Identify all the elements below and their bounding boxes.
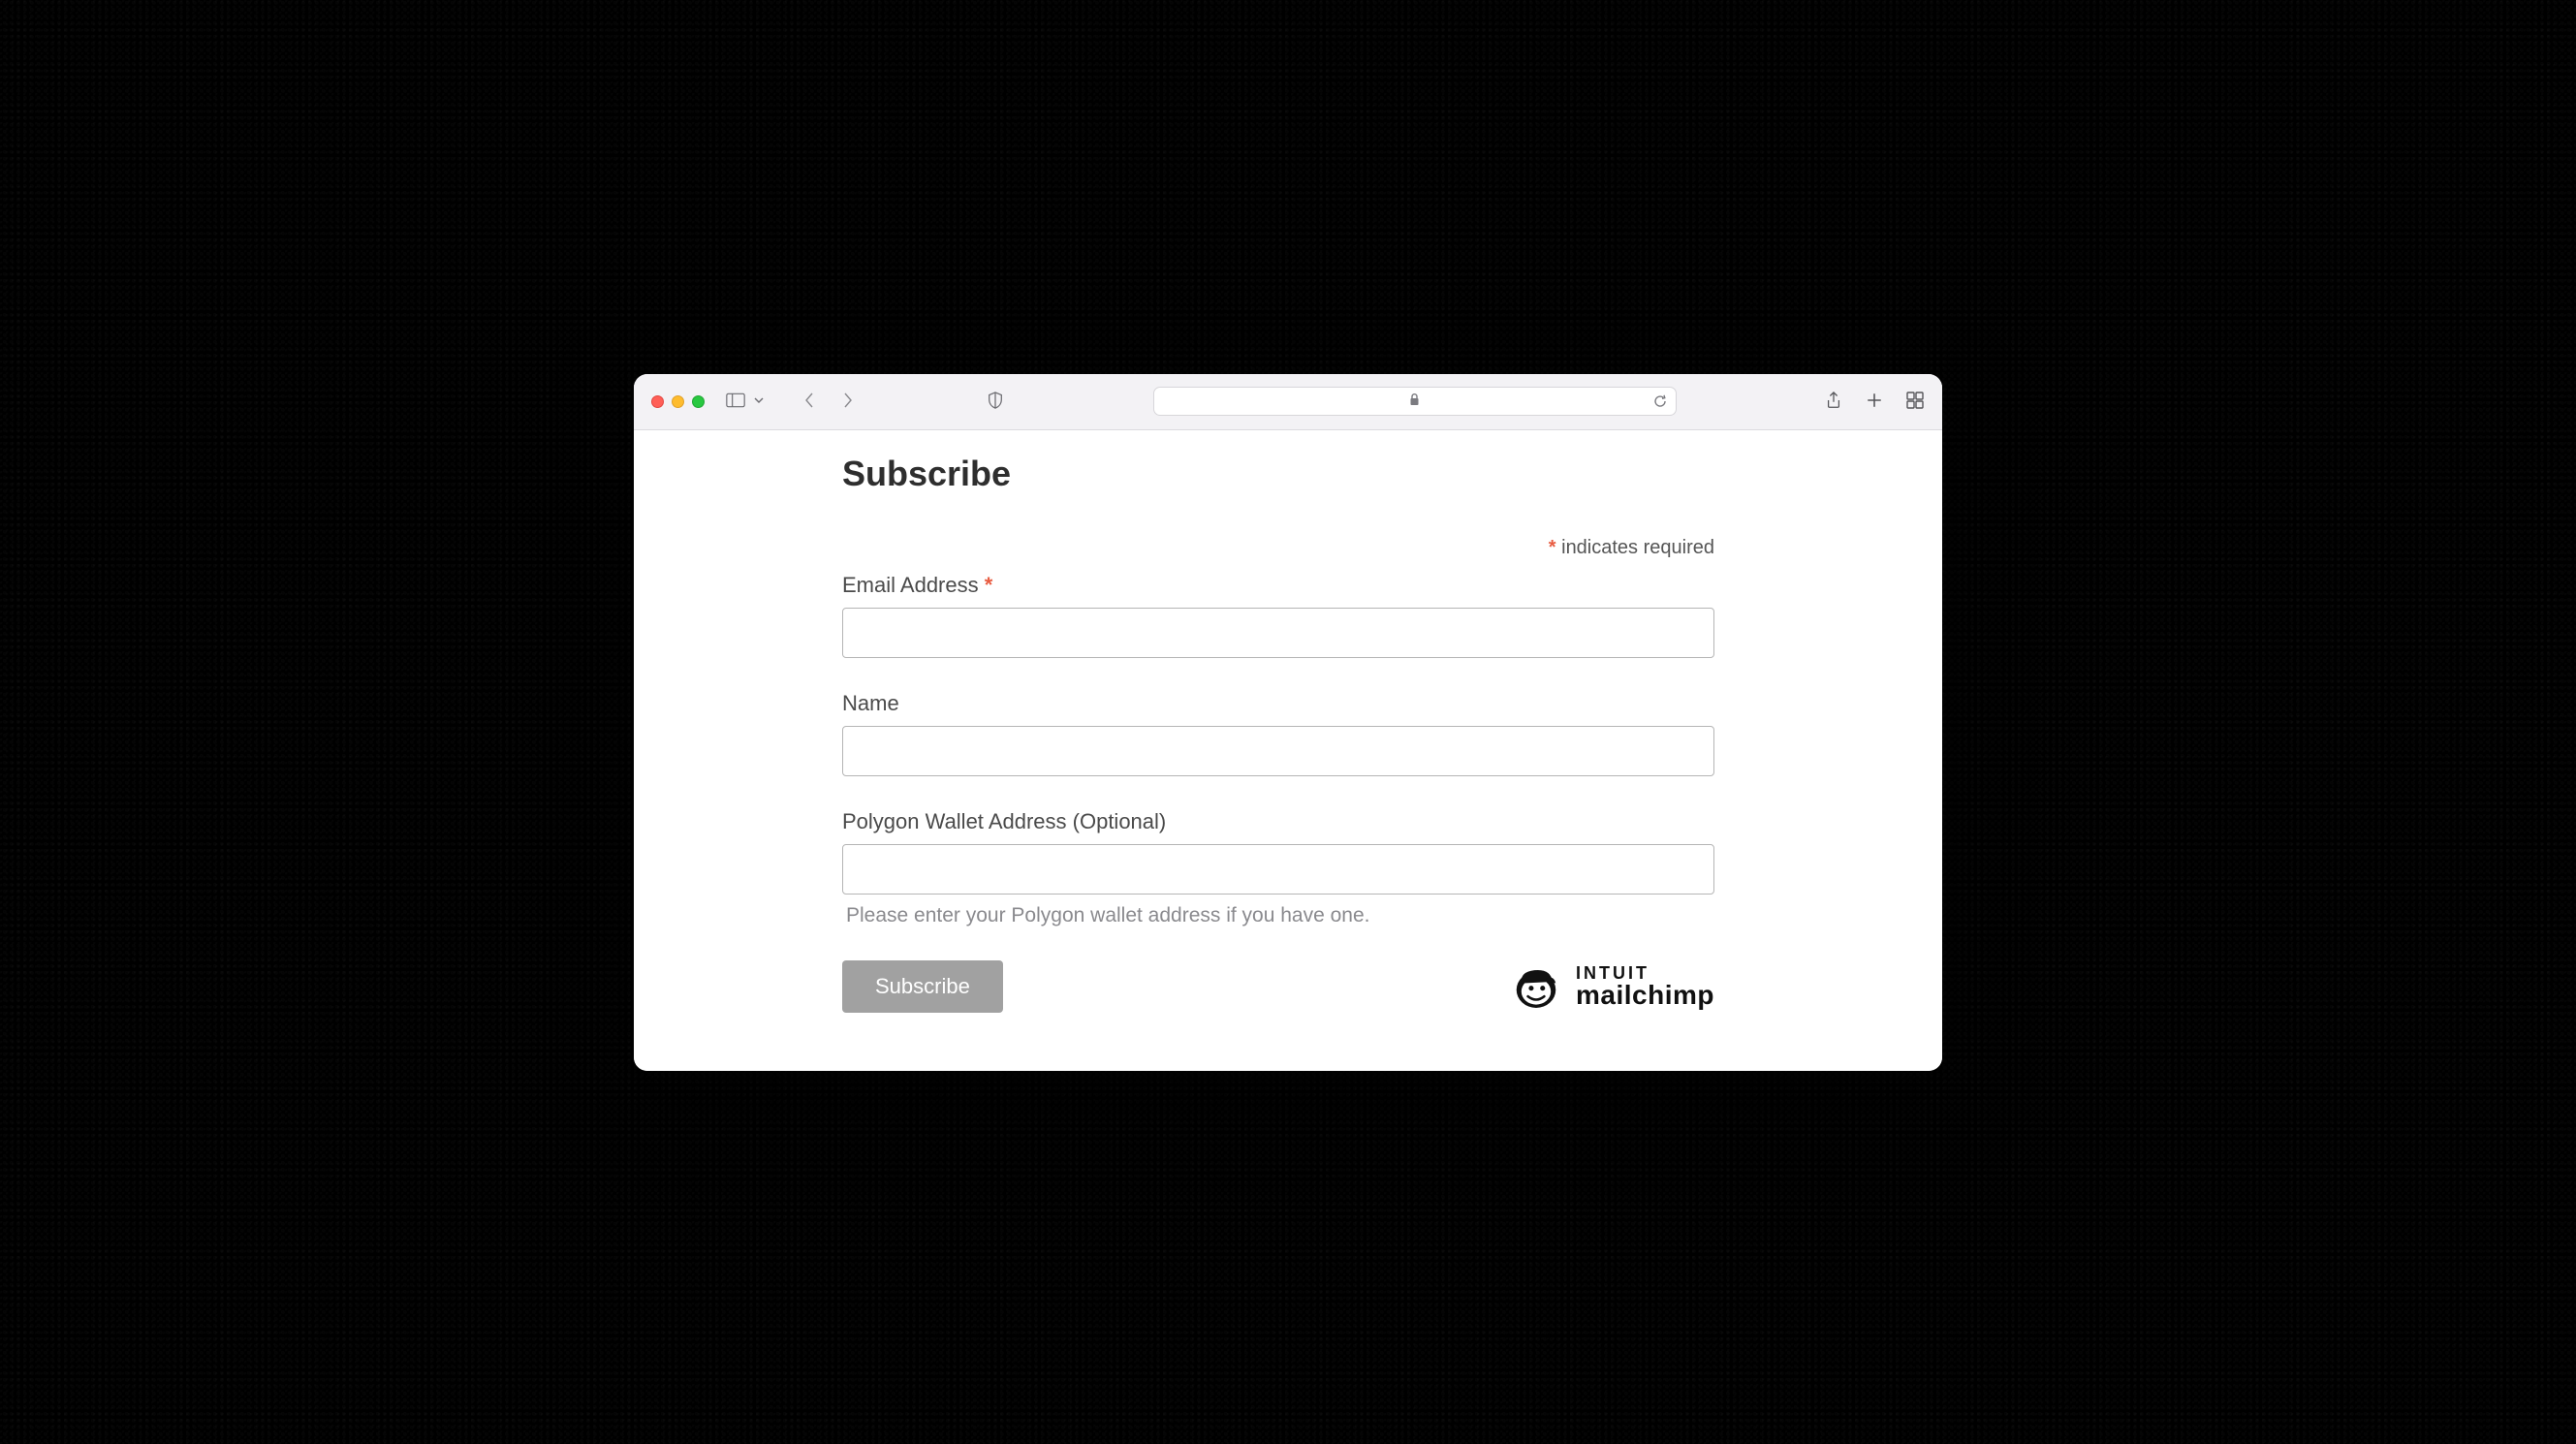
address-bar[interactable]	[1153, 387, 1677, 416]
plus-icon	[1866, 392, 1883, 412]
browser-window: Subscribe * indicates required Email Add…	[634, 374, 1942, 1071]
share-icon	[1825, 392, 1842, 412]
mailchimp-brand-bottom: mailchimp	[1576, 982, 1714, 1009]
page-title: Subscribe	[842, 454, 1714, 494]
name-input[interactable]	[842, 726, 1714, 776]
forward-button[interactable]	[838, 392, 858, 411]
sidebar-toggle-button[interactable]	[726, 392, 745, 411]
subscribe-button[interactable]: Subscribe	[842, 960, 1003, 1013]
asterisk-icon: *	[1549, 537, 1556, 558]
email-label-text: Email Address	[842, 573, 985, 597]
privacy-shield-button[interactable]	[986, 392, 1005, 411]
minimize-window-button[interactable]	[672, 395, 684, 408]
wallet-label: Polygon Wallet Address (Optional)	[842, 809, 1714, 834]
email-label: Email Address *	[842, 573, 1714, 598]
tab-group-dropdown[interactable]	[749, 392, 769, 411]
new-tab-button[interactable]	[1865, 392, 1884, 411]
chevron-left-icon	[801, 392, 818, 412]
subscribe-form: Subscribe * indicates required Email Add…	[842, 454, 1714, 1013]
mailchimp-text: INTUIT mailchimp	[1576, 964, 1714, 1009]
close-window-button[interactable]	[651, 395, 664, 408]
lock-icon	[1409, 393, 1420, 409]
mailchimp-badge[interactable]: INTUIT mailchimp	[1510, 960, 1714, 1013]
chevron-down-icon	[753, 394, 765, 409]
email-field-group: Email Address *	[842, 573, 1714, 658]
required-note-text: indicates required	[1556, 537, 1714, 558]
mailchimp-brand-top: INTUIT	[1576, 964, 1714, 982]
grid-icon	[1906, 392, 1924, 412]
zoom-window-button[interactable]	[692, 395, 705, 408]
shield-icon	[987, 392, 1004, 412]
browser-toolbar	[634, 374, 1942, 430]
back-button[interactable]	[800, 392, 819, 411]
share-button[interactable]	[1824, 392, 1843, 411]
email-input[interactable]	[842, 608, 1714, 658]
window-controls	[651, 395, 705, 408]
sidebar-icon	[726, 392, 745, 411]
form-footer: Subscribe INTU	[842, 960, 1714, 1013]
reload-button[interactable]	[1652, 393, 1668, 409]
required-indicator-note: * indicates required	[842, 537, 1714, 559]
name-field-group: Name	[842, 691, 1714, 776]
asterisk-icon: *	[985, 573, 993, 597]
name-label: Name	[842, 691, 1714, 716]
wallet-field-group: Polygon Wallet Address (Optional) Please…	[842, 809, 1714, 927]
page-content: Subscribe * indicates required Email Add…	[634, 430, 1942, 1071]
tab-overview-button[interactable]	[1905, 392, 1925, 411]
chevron-right-icon	[839, 392, 857, 412]
wallet-help-text: Please enter your Polygon wallet address…	[842, 904, 1714, 927]
mailchimp-logo-icon	[1510, 960, 1562, 1013]
wallet-input[interactable]	[842, 844, 1714, 895]
